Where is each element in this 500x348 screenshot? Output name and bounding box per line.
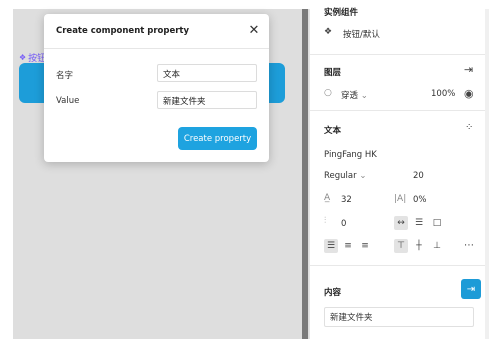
dialog-title: Create component property (56, 26, 190, 36)
divider (310, 110, 486, 111)
align-left-icon[interactable]: ☰ (324, 239, 338, 253)
font-weight-select[interactable]: Regular ⌄ (324, 171, 366, 181)
align-center-icon[interactable]: ≡ (341, 239, 355, 253)
instance-section-title: 实例组件 (324, 8, 359, 18)
line-height-icon: A̲ (324, 193, 331, 203)
chevron-down-icon: ⌄ (360, 91, 368, 101)
blend-mode-select[interactable]: 穿透 ⌄ (341, 89, 368, 101)
panel-resize-handle[interactable] (302, 9, 308, 339)
letter-spacing-input[interactable]: 0% (413, 195, 427, 205)
name-field-input[interactable]: 文本 (157, 64, 257, 82)
paragraph-spacing-input[interactable]: 0 (341, 219, 346, 229)
font-family-select[interactable]: PingFang HK (324, 150, 377, 160)
auto-height-icon[interactable]: ☰ (412, 216, 426, 230)
value-field-label: Value (56, 96, 80, 106)
font-weight-value: Regular (324, 171, 357, 181)
create-component-property-dialog: Create component property ✕ 名字 文本 Value … (44, 14, 269, 162)
component-instance-icon: ❖ (324, 27, 333, 37)
align-right-icon[interactable]: ≡ (358, 239, 372, 253)
divider (310, 54, 486, 55)
line-height-input[interactable]: 32 (341, 195, 352, 205)
content-section-title: 内容 (324, 288, 342, 298)
create-property-button[interactable]: Create property (178, 127, 257, 150)
align-bottom-icon[interactable]: ⊥ (430, 239, 444, 253)
bind-property-icon[interactable]: ⇥ (461, 279, 481, 299)
align-middle-icon[interactable]: ┼ (412, 239, 426, 253)
chevron-down-icon: ⌄ (359, 171, 367, 181)
name-field-label: 名字 (56, 71, 74, 81)
font-size-input[interactable]: 20 (413, 171, 424, 181)
paragraph-spacing-icon: ⫶ (324, 216, 327, 226)
text-section-title: 文本 (324, 126, 342, 136)
blend-mode-value: 穿透 (341, 91, 359, 101)
eye-icon[interactable]: ◉ (464, 87, 474, 100)
content-input[interactable]: 新建文件夹 (324, 307, 474, 327)
fixed-size-icon[interactable]: □ (430, 216, 444, 230)
text-styles-grid-icon[interactable]: ⁘ (465, 122, 473, 133)
align-top-icon[interactable]: ⊤ (394, 239, 408, 253)
divider (310, 265, 486, 266)
layer-section-title: 图层 (324, 68, 342, 78)
blend-drop-icon: ○ (324, 88, 332, 98)
close-icon[interactable]: ✕ (247, 23, 261, 38)
layer-settings-icon[interactable]: ⇥ (464, 63, 473, 76)
properties-panel: 实例组件 ❖ 按钮/默认 图层 ⇥ ○ 穿透 ⌄ 100% ◉ 文本 ⁘ Pin… (309, 8, 486, 339)
panel-scrollbar[interactable] (485, 9, 489, 339)
instance-name[interactable]: 按钮/默认 (343, 28, 380, 40)
value-field-input[interactable]: 新建文件夹 (157, 91, 257, 109)
letter-spacing-icon: |A| (394, 194, 407, 204)
dialog-header: Create component property ✕ (44, 14, 269, 49)
more-options-icon[interactable]: ⋯ (464, 240, 474, 251)
opacity-value[interactable]: 100% (431, 89, 455, 99)
auto-width-icon[interactable]: ↔ (394, 216, 408, 230)
